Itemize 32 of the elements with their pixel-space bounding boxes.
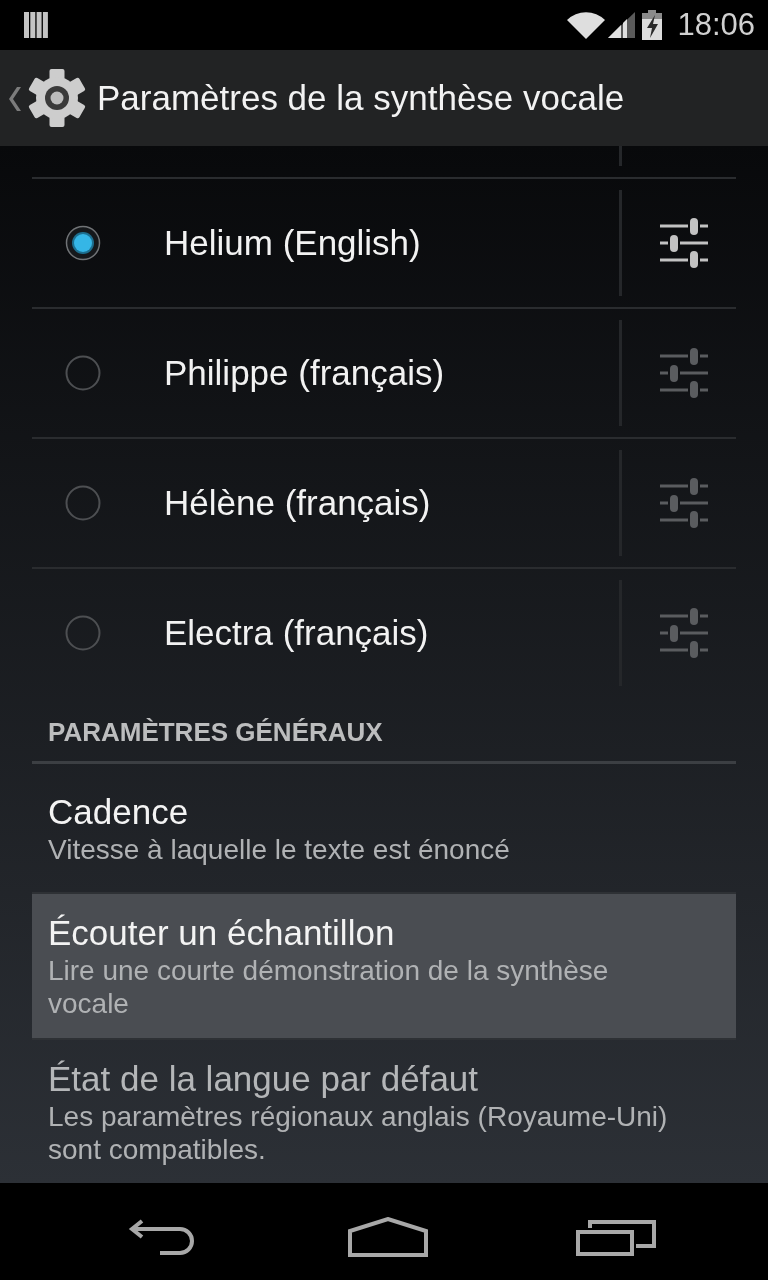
preference-item[interactable]: Écouter un échantillon Lire une courte démonstration de la synthèse vocale	[32, 894, 736, 1038]
preference-summary: Vitesse à laquelle le texte est énoncé	[48, 832, 511, 866]
preference-title: État de la langue par défaut	[48, 1058, 480, 1100]
sliders-icon[interactable]	[660, 478, 708, 528]
signal-icon	[608, 12, 636, 38]
preference-title: Cadence	[48, 790, 190, 833]
vertical-bars-icon	[24, 12, 48, 38]
radio-button[interactable]	[65, 355, 101, 391]
voice-name: Hélène (français)	[164, 482, 432, 524]
preference-summary: Les paramètres régionaux anglais (Royaume-Uni) sont compatibles.	[48, 1100, 669, 1166]
clock: 18:06	[677, 7, 755, 43]
preference-item[interactable]: Cadence Vitesse à laquelle le texte est énoncé	[32, 764, 736, 892]
radio-button[interactable]	[65, 615, 101, 651]
section-header: PARAMÈTRES GÉNÉRAUX	[48, 717, 383, 747]
back-icon[interactable]	[128, 1217, 196, 1256]
recents-icon[interactable]	[576, 1217, 658, 1256]
battery-charging-icon	[642, 10, 663, 40]
voice-name: Electra (français)	[164, 612, 430, 654]
caret-icon[interactable]	[8, 87, 21, 111]
gear-icon[interactable]	[27, 68, 87, 128]
radio-button[interactable]	[65, 225, 101, 261]
voice-name: Helium (English)	[164, 222, 422, 264]
wifi-icon	[567, 11, 606, 39]
sliders-icon[interactable]	[660, 218, 708, 268]
voice-name: Philippe (français)	[164, 352, 446, 394]
preference-summary: Lire une courte démonstration de la synthèse vocale	[48, 954, 610, 1020]
home-icon[interactable]	[348, 1216, 428, 1257]
preference-title: Écouter un échantillon	[48, 912, 396, 954]
screen-title: Paramètres de la synthèse vocale	[97, 77, 625, 119]
sliders-icon[interactable]	[660, 348, 708, 398]
radio-button[interactable]	[65, 485, 101, 521]
sliders-icon[interactable]	[660, 608, 708, 658]
